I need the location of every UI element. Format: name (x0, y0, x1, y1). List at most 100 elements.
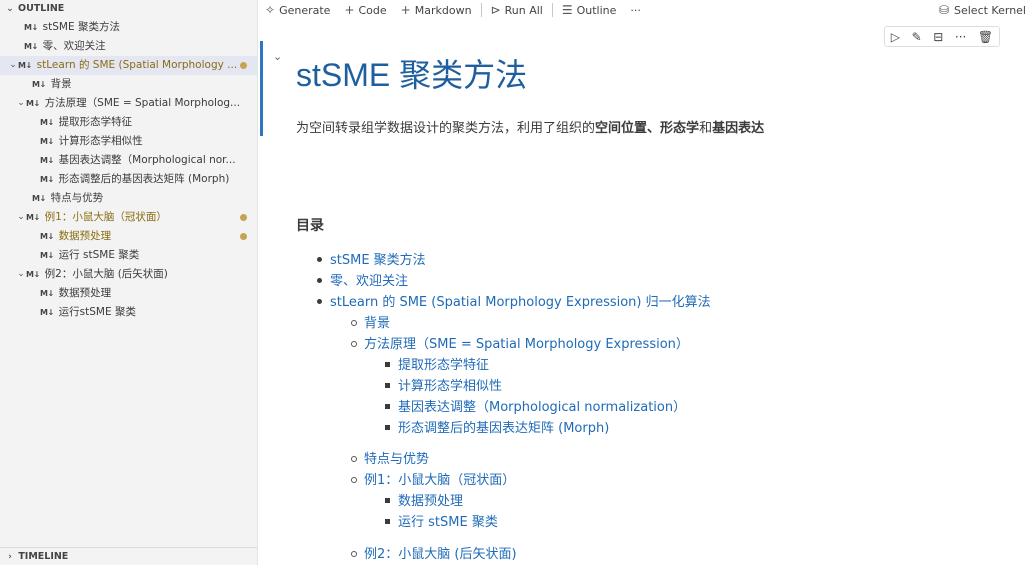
plus-icon: + (344, 3, 355, 17)
select-kernel-button[interactable]: ⛁ Select Kernel (939, 0, 1026, 20)
outline-item-label: stSME 聚类方法 (42, 21, 120, 33)
toc-link[interactable]: 零、欢迎关注 (330, 270, 408, 289)
outline-item-label: 形态调整后的基因表达矩阵 (Morph) (58, 173, 230, 185)
timeline-title: TIMELINE (18, 551, 69, 562)
toc-link[interactable]: 提取形态学特征 (398, 354, 489, 373)
outline-item[interactable]: M↓ 数据预处理 (0, 227, 257, 246)
markdown-icon: M↓ (26, 99, 40, 108)
cell-description: 为空间转录组学数据设计的聚类方法，利用了组织的空间位置、形态学和基因表达 (296, 121, 765, 136)
outline-item[interactable]: M↓ 运行 stSME 聚类 (0, 246, 257, 265)
split-cell-icon[interactable]: ⊟ (933, 30, 943, 44)
toc-link[interactable]: 数据预处理 (398, 490, 463, 509)
run-all-button[interactable]: ⊳ Run All (484, 0, 550, 20)
list-bullet (351, 477, 357, 483)
markdown-icon: M↓ (26, 270, 40, 279)
outline-item[interactable]: ⌄ M↓ 例2：小鼠大脑 (后矢状面) (0, 265, 257, 284)
chevron-down-icon[interactable]: ⌄ (16, 265, 26, 284)
edit-icon[interactable]: ✎ (912, 30, 922, 44)
list-bullet (351, 551, 357, 557)
toc-link[interactable]: 背景 (364, 312, 390, 331)
generate-button[interactable]: ✧ Generate (258, 0, 337, 20)
timeline-section[interactable]: › TIMELINE (0, 547, 257, 565)
list-bullet (385, 404, 390, 409)
list-bullet (351, 456, 357, 462)
toc-link[interactable]: 计算形态学相似性 (398, 375, 502, 394)
markdown-icon: M↓ (26, 213, 40, 222)
outline-item-label: stLearn 的 SME (Spatial Morphology ... (36, 59, 238, 71)
toc-link[interactable]: 特点与优势 (364, 448, 429, 467)
collapse-cell-icon[interactable]: ⌄ (273, 50, 282, 63)
list-bullet (317, 278, 322, 283)
list-bullet (385, 519, 390, 524)
outline-item-label: 提取形态学特征 (58, 116, 133, 128)
outline-button[interactable]: ☰ Outline (555, 0, 624, 20)
toolbar-divider (480, 3, 482, 17)
sparkle-icon: ✧ (265, 3, 276, 17)
chevron-down-icon[interactable]: ⌄ (16, 208, 26, 227)
outline-item[interactable]: M↓ 运行stSME 聚类 (0, 303, 257, 322)
markdown-icon: M↓ (40, 137, 54, 146)
list-icon: ☰ (561, 3, 573, 17)
outline-item[interactable]: M↓ 特点与优势 (0, 189, 257, 208)
toc-link[interactable]: stSME 聚类方法 (330, 249, 426, 268)
toc-link[interactable]: stLearn 的 SME (Spatial Morphology Expres… (330, 291, 711, 310)
outline-item[interactable]: M↓ 提取形态学特征 (0, 113, 257, 132)
outline-item[interactable]: ⌄ M↓ 方法原理（SME = Spatial Morpholog... (0, 94, 257, 113)
outline-item[interactable]: M↓ 计算形态学相似性 (0, 132, 257, 151)
list-bullet (385, 425, 390, 430)
add-code-button[interactable]: + Code (337, 0, 393, 20)
markdown-icon: M↓ (40, 289, 54, 298)
list-bullet (317, 257, 322, 262)
outline-item[interactable]: M↓ stSME 聚类方法 (0, 18, 257, 37)
outline-item[interactable]: M↓ 零、欢迎关注 (0, 37, 257, 56)
chevron-down-icon[interactable]: ⌄ (8, 56, 18, 75)
cell-toolbar: ▷ ✎ ⊟ ··· 🗑 (884, 26, 1000, 47)
markdown-icon: M↓ (40, 175, 54, 184)
list-bullet (351, 320, 357, 326)
toc-link[interactable]: 基因表达调整（Morphological normalization） (398, 396, 686, 415)
add-markdown-button[interactable]: + Markdown (394, 0, 479, 20)
toc-link[interactable]: 例2：小鼠大脑 (后矢状面) (364, 543, 517, 562)
list-bullet (317, 299, 322, 304)
cell-focus-indicator (260, 41, 263, 136)
more-icon[interactable]: ··· (955, 30, 966, 44)
run-cell-icon[interactable]: ▷ (891, 30, 900, 44)
chevron-down-icon[interactable]: ⌄ (16, 94, 26, 113)
outline-item[interactable]: ⌄ M↓ stLearn 的 SME (Spatial Morphology ... (0, 56, 257, 75)
plus-icon: + (400, 3, 411, 17)
outline-item[interactable]: M↓ 基因表达调整（Morphological nor... (0, 151, 257, 170)
outline-item-label: 运行stSME 聚类 (58, 306, 136, 318)
markdown-icon: M↓ (40, 308, 54, 317)
outline-item[interactable]: M↓ 背景 (0, 75, 257, 94)
outline-item-label: 特点与优势 (50, 192, 104, 204)
outline-item-label: 零、欢迎关注 (42, 40, 106, 52)
outline-item-label: 数据预处理 (58, 287, 112, 299)
list-bullet (351, 341, 357, 347)
more-actions-button[interactable]: ··· (623, 0, 648, 20)
delete-icon[interactable]: 🗑 (978, 30, 993, 44)
outline-header[interactable]: ⌄ OUTLINE (0, 0, 257, 18)
outline-item-label: 数据预处理 (58, 230, 112, 242)
list-bullet (385, 362, 390, 367)
outline-item[interactable]: ⌄ M↓ 例1：小鼠大脑（冠状面） (0, 208, 257, 227)
page-title: stSME 聚类方法 (296, 57, 528, 93)
outline-item[interactable]: M↓ 形态调整后的基因表达矩阵 (Morph) (0, 170, 257, 189)
markdown-icon: M↓ (24, 42, 38, 51)
outline-panel: ⌄ OUTLINE M↓ stSME 聚类方法 M↓ 零、欢迎关注 ⌄ M↓ stLearn… (0, 0, 258, 565)
toc-link[interactable]: 运行 stSME 聚类 (398, 511, 498, 530)
outline-item-label: 例2：小鼠大脑 (后矢状面) (44, 268, 168, 280)
toc-link[interactable]: 形态调整后的基因表达矩阵 (Morph) (398, 417, 609, 436)
outline-item-label: 计算形态学相似性 (58, 135, 143, 147)
toc-heading: 目录 (296, 218, 324, 234)
kernel-icon: ⛁ (938, 3, 949, 17)
outline-item-label: 方法原理（SME = Spatial Morpholog... (44, 97, 241, 109)
toc-link[interactable]: 方法原理（SME = Spatial Morphology Expression… (364, 333, 689, 352)
modified-dot-icon (240, 62, 247, 69)
markdown-icon: M↓ (24, 23, 38, 32)
outline-item[interactable]: M↓ 数据预处理 (0, 284, 257, 303)
list-bullet (385, 383, 390, 388)
list-bullet (385, 498, 390, 503)
markdown-icon: M↓ (40, 156, 54, 165)
markdown-icon: M↓ (40, 251, 54, 260)
toc-link[interactable]: 例1：小鼠大脑（冠状面） (364, 469, 515, 488)
